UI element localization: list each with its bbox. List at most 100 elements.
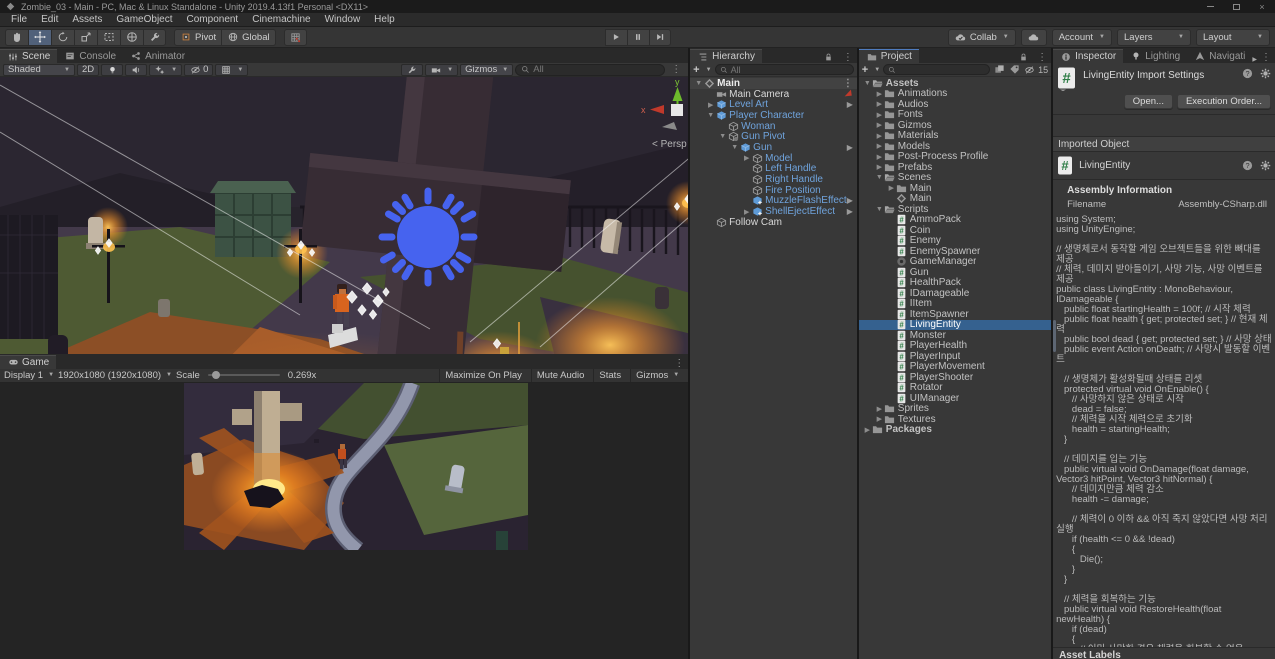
label-tag-icon[interactable] [1008,64,1020,76]
tab-navigati[interactable]: Navigati [1187,49,1252,63]
global-toggle[interactable]: Global [222,29,275,46]
menu-assets[interactable]: Assets [65,14,109,25]
expand-arrow[interactable]: ▶ [875,121,884,129]
expand-arrow[interactable]: ▶ [887,184,896,192]
menu-help[interactable]: Help [367,14,402,25]
menu-file[interactable]: File [4,14,34,25]
gear-icon[interactable] [1259,160,1271,172]
expand-arrow[interactable]: ▶ [863,426,872,434]
tab-hierarchy[interactable]: Hierarchy [690,49,762,63]
hierarchy-item-left-handle[interactable]: Left Handle [690,164,857,175]
expand-arrow[interactable]: ▼ [706,112,715,119]
gear-icon[interactable] [1259,67,1271,79]
stats-button[interactable]: Stats [593,369,626,382]
tab-scene[interactable]: Scene [0,49,57,63]
scene-grid-dropdown[interactable]: ▼ [215,64,248,76]
hierarchy-menu-dots[interactable]: ⋮ [839,52,857,63]
project-item-playershooter[interactable]: #PlayerShooter [859,372,1051,383]
scale-slider[interactable] [208,374,280,376]
expand-arrow[interactable]: ▶ [875,142,884,150]
expand-arrow[interactable]: ▶ [706,101,715,109]
expand-arrow[interactable]: ▶ [875,111,884,119]
expand-arrow[interactable]: ▶ [875,405,884,413]
transform-tool-button[interactable] [120,29,143,46]
project-item-textures[interactable]: ▶Textures [859,414,1051,425]
project-item-healthpack[interactable]: #HealthPack [859,278,1051,289]
game-gizmos-dropdown[interactable]: Gizmos▼ [630,369,684,382]
project-item-rotator[interactable]: #Rotator [859,383,1051,394]
tab-animator[interactable]: Animator [123,49,192,63]
project-item-enemy[interactable]: #Enemy [859,236,1051,247]
expand-arrow[interactable]: ▶ [875,100,884,108]
expand-arrow[interactable]: ▼ [730,144,739,151]
scale-slider-thumb[interactable] [212,371,220,379]
project-item-coin[interactable]: #Coin [859,225,1051,236]
hierarchy-item-muzzleflasheffect[interactable]: MuzzleFlashEffect▶ [690,196,857,207]
move-tool-button[interactable] [28,29,51,46]
pause-button[interactable] [627,29,649,46]
create-button[interactable]: + [862,64,868,76]
project-item-ammopack[interactable]: #AmmoPack [859,215,1051,226]
game-menu-dots[interactable]: ⋮ [670,358,688,369]
asset-labels-section[interactable]: Asset Labels [1053,647,1275,659]
maximize-on-play-button[interactable]: Maximize On Play [439,369,527,382]
expand-arrow[interactable]: ▶ [875,90,884,98]
project-item-idamageable[interactable]: #IDamageable [859,288,1051,299]
project-item-playerhealth[interactable]: #PlayerHealth [859,341,1051,352]
prefab-open-chevron[interactable]: ▶ [847,143,857,152]
eye-off-icon[interactable] [1023,64,1035,76]
hierarchy-item-woman[interactable]: Woman [690,121,857,132]
tab-inspector[interactable]: Inspector [1053,49,1123,63]
prefab-open-chevron[interactable]: ▶ [847,196,857,205]
scene-audio-toggle[interactable] [125,64,147,76]
rotate-tool-button[interactable] [51,29,74,46]
project-item-packages[interactable]: ▶Packages [859,425,1051,436]
hierarchy-item-follow-cam[interactable]: Follow Cam [690,217,857,228]
project-search-input[interactable] [883,64,990,75]
lock-icon[interactable] [823,51,835,63]
hierarchy-item-model[interactable]: ▶Model [690,153,857,164]
pivot-toggle[interactable]: Pivot [174,29,222,46]
project-item-iitem[interactable]: #IItem [859,299,1051,310]
scene-search-input[interactable]: All [515,64,665,76]
project-item-main[interactable]: ▶Main [859,183,1051,194]
execution-order-button[interactable]: Execution Order... [1177,94,1271,109]
collab-dropdown[interactable]: Collab▼ [948,29,1016,46]
menu-window[interactable]: Window [318,14,368,25]
scene-effects-dropdown[interactable]: ▼ [149,64,182,76]
scene-lighting-toggle[interactable] [101,64,123,76]
inspector-scrollbar[interactable] [1053,320,1056,352]
expand-arrow[interactable]: ▼ [875,206,884,213]
play-button[interactable] [605,29,627,46]
project-item-playerinput[interactable]: #PlayerInput [859,351,1051,362]
2d-toggle[interactable]: 2D [77,64,99,76]
expand-arrow[interactable]: ▶ [875,415,884,423]
layout-dropdown[interactable]: Layout▼ [1196,29,1270,46]
layers-dropdown[interactable]: Layers▼ [1117,29,1191,46]
cloud-button[interactable] [1021,29,1047,46]
hand-tool-button[interactable] [5,29,28,46]
step-button[interactable] [649,29,671,46]
hierarchy-item-fire-position[interactable]: Fire Position [690,185,857,196]
expand-arrow[interactable]: ▼ [863,80,872,87]
tab-project[interactable]: Project [859,49,919,63]
menu-component[interactable]: Component [180,14,246,25]
open-button[interactable]: Open... [1124,94,1173,109]
prefab-open-chevron[interactable]: ▶ [847,207,857,216]
scene-viewport[interactable]: y x < Persp [0,77,688,354]
hierarchy-item-player-character[interactable]: ▼Player Character [690,110,857,121]
resolution-dropdown[interactable]: 1920x1080 (1920x1080)▼ [58,370,172,381]
menu-cinemachine[interactable]: Cinemachine [245,14,317,25]
hierarchy-item-right-handle[interactable]: Right Handle [690,174,857,185]
maximize-button[interactable] [1223,0,1249,13]
help-icon[interactable]: ? [1241,67,1253,79]
inspector-menu-dots[interactable]: ⋮ [1257,52,1275,63]
project-item-enemyspawner[interactable]: #EnemySpawner [859,246,1051,257]
tab-console[interactable]: Console [57,49,123,63]
account-dropdown[interactable]: Account▼ [1052,29,1112,46]
help-icon[interactable]: ? [1241,160,1253,172]
project-item-gamemanager[interactable]: GameManager [859,257,1051,268]
tab-lighting[interactable]: Lighting [1123,49,1187,63]
display-dropdown[interactable]: Display 1▼ [4,370,54,381]
expand-arrow[interactable]: ▼ [718,133,727,140]
